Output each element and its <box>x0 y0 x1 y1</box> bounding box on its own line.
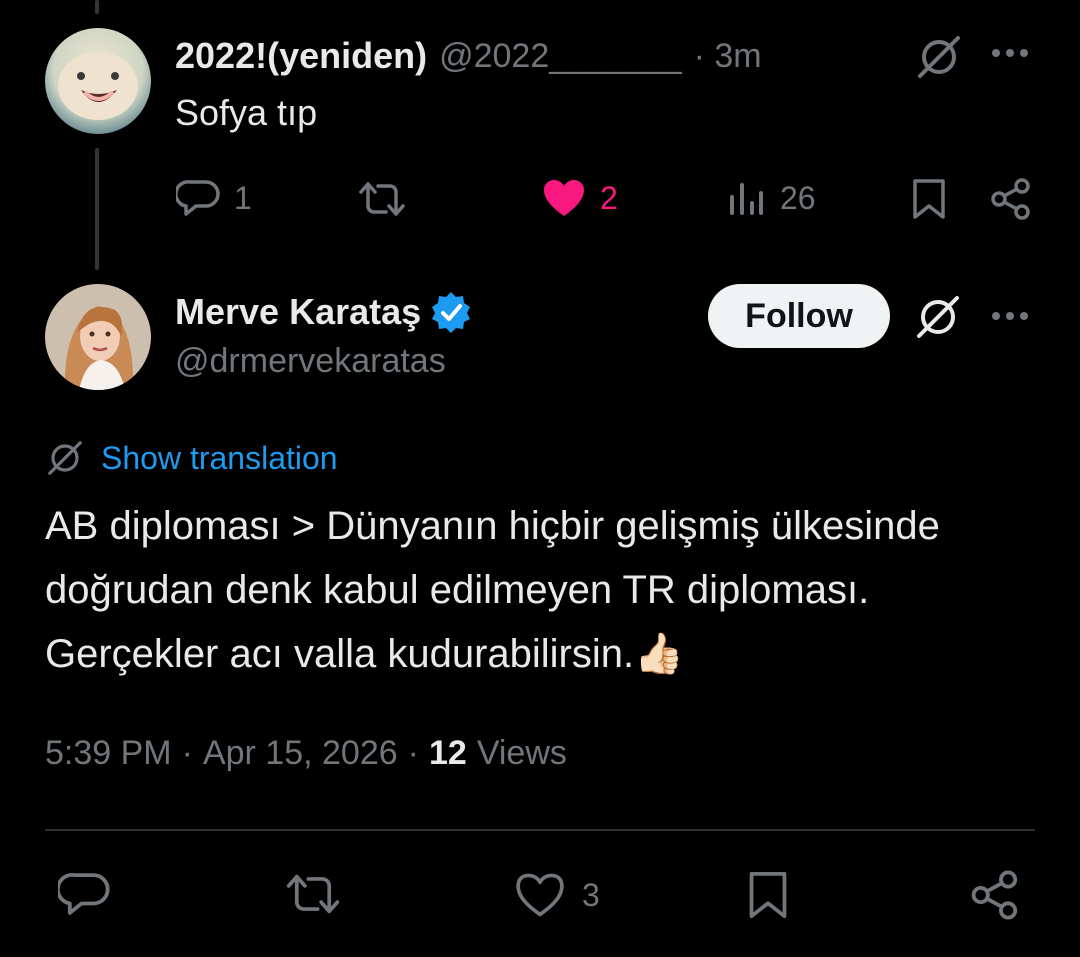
reply-avatar[interactable] <box>45 28 151 134</box>
main-author-name-row: Merve Karataş <box>175 290 473 334</box>
tweet-date[interactable]: Apr 15, 2026 <box>203 734 398 773</box>
heart-icon <box>542 178 586 218</box>
main-tweet-body: AB diploması > Dünyanın hiçbir gelişmiş … <box>45 504 940 676</box>
main-tweet-text: AB diploması > Dünyanın hiçbir gelişmiş … <box>45 494 1035 686</box>
show-translation-label: Show translation <box>101 439 338 476</box>
meta-separator: · <box>181 734 193 772</box>
show-translation-link[interactable]: Show translation <box>45 438 338 478</box>
reply-like-action[interactable]: 2 <box>542 178 618 218</box>
reply-display-name[interactable]: 2022!(yeniden) <box>175 35 427 77</box>
reply-views-count: 26 <box>780 180 816 216</box>
bookmark-icon[interactable] <box>912 178 946 220</box>
verified-badge-icon <box>429 290 473 334</box>
reply-icon <box>176 178 220 218</box>
tweet-time[interactable]: 5:39 PM <box>45 734 172 773</box>
more-icon[interactable] <box>990 47 1030 59</box>
retweet-icon[interactable] <box>358 180 406 218</box>
views-label[interactable]: Views <box>477 734 567 773</box>
main-avatar[interactable] <box>45 284 151 390</box>
share-icon[interactable] <box>970 870 1020 920</box>
divider <box>45 829 1035 831</box>
share-icon[interactable] <box>990 178 1032 220</box>
bookmark-icon[interactable] <box>748 868 788 922</box>
main-display-name[interactable]: Merve Karataş <box>175 291 421 333</box>
reply-time[interactable]: · 3m <box>694 37 762 76</box>
grok-icon[interactable] <box>914 32 964 82</box>
heart-icon <box>514 872 566 918</box>
reply-like-count: 2 <box>600 179 618 216</box>
thread-line-top <box>95 0 99 14</box>
follow-button[interactable]: Follow <box>708 284 890 348</box>
reply-header: 2022!(yeniden) @2022_______ · 3m <box>175 34 762 78</box>
main-like-action[interactable]: 3 <box>514 872 600 918</box>
grok-icon[interactable] <box>913 292 963 342</box>
views-icon <box>728 181 764 217</box>
reply-icon[interactable] <box>58 870 110 918</box>
retweet-icon[interactable] <box>285 872 341 916</box>
reply-text: Sofya tıp <box>175 92 318 133</box>
main-like-count: 3 <box>582 876 600 913</box>
main-handle[interactable]: @drmervekaratas <box>175 342 446 381</box>
tweet-meta: 5:39 PM · Apr 15, 2026 · 12 Views <box>45 734 567 773</box>
views-count[interactable]: 12 <box>429 734 467 773</box>
meta-separator: · <box>407 734 419 772</box>
thumbs-up-emoji: 👍🏻 <box>634 632 684 676</box>
thread-line-bottom <box>95 148 99 270</box>
reply-reply-count: 1 <box>234 179 252 216</box>
reply-views-action[interactable]: 26 <box>728 180 816 217</box>
translate-icon <box>45 438 85 478</box>
reply-reply-action[interactable]: 1 <box>176 178 252 218</box>
reply-handle[interactable]: @2022_______ <box>439 37 682 76</box>
more-icon[interactable] <box>990 310 1030 322</box>
